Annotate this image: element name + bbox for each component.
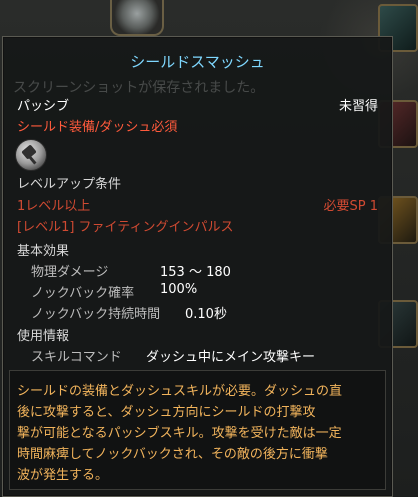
stat-label-knockback-duration: ノックバック持続時間 bbox=[31, 307, 161, 322]
skill-title: シールドスマッシュ bbox=[130, 53, 265, 71]
stat-value-knockback-duration: 0.10秒 bbox=[185, 307, 227, 322]
hud-skill-slot-icon[interactable] bbox=[110, 0, 164, 36]
skill-command-label: スキルコマンド bbox=[31, 350, 122, 365]
skill-type: パッシブ bbox=[17, 99, 70, 114]
stat-value-knockback-chance: 100% bbox=[160, 282, 198, 297]
sp-requirement: 必要SP 1 bbox=[323, 199, 379, 214]
stat-label-knockback-chance: ノックバック確率 bbox=[31, 286, 135, 301]
level-up-heading: レベルアップ条件 bbox=[17, 177, 122, 192]
stat-value-damage: 153 ～ 180 bbox=[160, 265, 231, 280]
level-requirement: 1レベル以上 bbox=[17, 199, 91, 214]
shield-bash-skill-icon bbox=[15, 139, 47, 171]
stat-label-damage: 物理ダメージ bbox=[31, 265, 109, 280]
equipment-requirement: シールド装備/ダッシュ必須 bbox=[17, 120, 178, 135]
skill-tooltip: シールドスマッシュ スクリーンショットが保存されました。 パッシブ 未習得 シー… bbox=[2, 36, 393, 497]
usage-heading: 使用情報 bbox=[17, 329, 70, 344]
prerequisite-skill: [レベル1] ファイティングインパルス bbox=[17, 220, 234, 235]
screenshot-saved-message: スクリーンショットが保存されました。 bbox=[13, 80, 265, 96]
game-screen: シールドスマッシュ スクリーンショットが保存されました。 パッシブ 未習得 シー… bbox=[0, 0, 418, 497]
basic-effect-heading: 基本効果 bbox=[17, 244, 70, 259]
skill-command-value: ダッシュ中にメイン攻撃キー bbox=[146, 350, 316, 365]
skill-description: シールドの装備とダッシュスキルが必要。ダッシュの直 後に攻撃すると、ダッシュ方向… bbox=[17, 384, 343, 483]
learn-status: 未習得 bbox=[338, 99, 378, 114]
